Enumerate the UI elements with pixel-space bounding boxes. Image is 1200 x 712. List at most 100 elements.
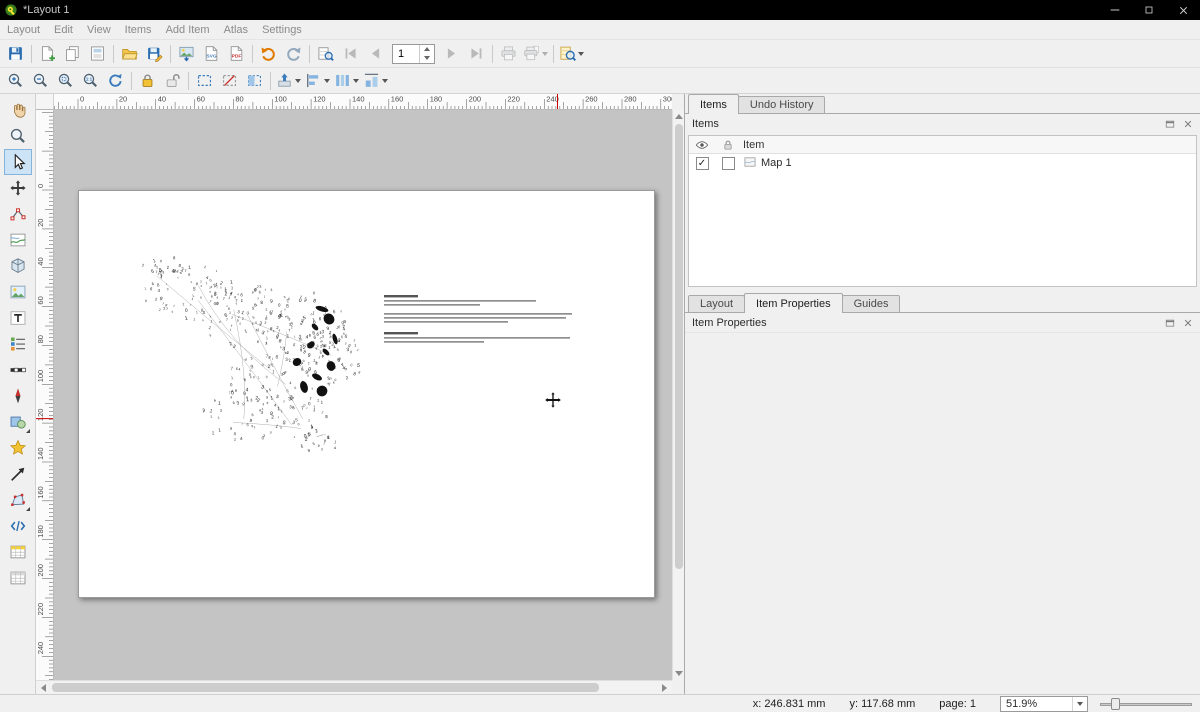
minimize-button[interactable]	[1098, 0, 1132, 20]
items-tree[interactable]: Item ✓Map 1	[688, 135, 1197, 287]
add-marker-tool[interactable]	[4, 435, 32, 461]
layout-page[interactable]: 5728841144723211692050388020121226777117…	[78, 190, 655, 598]
menu-layout[interactable]: Layout	[0, 22, 47, 38]
properties-float-button[interactable]	[1163, 316, 1177, 330]
close-button[interactable]	[1166, 0, 1200, 20]
refresh-view-button[interactable]	[103, 69, 128, 93]
scroll-right-arrow-icon[interactable]	[662, 684, 667, 692]
add-scalebar-tool[interactable]	[4, 357, 32, 383]
dropdown-arrow-icon[interactable]	[353, 79, 359, 83]
layout-canvas[interactable]: 5728841144723211692050388020121226777117…	[54, 110, 672, 680]
spin-up-icon[interactable]	[420, 45, 434, 54]
atlas-page-input-spinner[interactable]	[419, 45, 434, 63]
zoom-full-button[interactable]	[53, 69, 78, 93]
menu-add-item[interactable]: Add Item	[159, 22, 217, 38]
vertical-scroll-thumb[interactable]	[675, 124, 683, 569]
add-node-item-tool[interactable]	[4, 487, 32, 513]
scroll-left-arrow-icon[interactable]	[41, 684, 46, 692]
print-atlas-button[interactable]	[521, 42, 550, 66]
tab-undo-history[interactable]: Undo History	[738, 96, 826, 113]
tab-items[interactable]: Items	[688, 94, 739, 114]
horizontal-scrollbar[interactable]	[36, 680, 672, 694]
horizontal-scroll-thumb[interactable]	[52, 683, 599, 692]
dropdown-arrow-icon[interactable]	[382, 79, 388, 83]
add-map-tool[interactable]	[4, 227, 32, 253]
align-selected-items-button[interactable]	[303, 69, 332, 93]
save-as-template-button[interactable]	[142, 42, 167, 66]
invert-selection-button[interactable]	[242, 69, 267, 93]
scroll-up-arrow-icon[interactable]	[675, 114, 683, 119]
add-picture-tool[interactable]	[4, 279, 32, 305]
dropdown-arrow-icon[interactable]	[295, 79, 301, 83]
pan-layout-tool[interactable]	[4, 97, 32, 123]
add-shape-tool[interactable]	[4, 409, 32, 435]
resize-items-button[interactable]	[361, 69, 390, 93]
select-move-item-tool[interactable]	[4, 149, 32, 175]
zoom-to-atlas-feature-button[interactable]	[557, 42, 586, 66]
zoom-out-button[interactable]	[28, 69, 53, 93]
preview-atlas-button[interactable]	[313, 42, 338, 66]
move-item-content-tool[interactable]	[4, 175, 32, 201]
add-arrow-tool[interactable]	[4, 461, 32, 487]
undo-button[interactable]	[256, 42, 281, 66]
next-feature-button[interactable]	[439, 42, 464, 66]
export-svg-button[interactable]: SVG	[199, 42, 224, 66]
load-template-button[interactable]	[117, 42, 142, 66]
atlas-page-input[interactable]	[392, 44, 435, 64]
zoom-slider[interactable]	[1100, 697, 1192, 711]
add-label-tool[interactable]	[4, 305, 32, 331]
dropdown-arrow-icon[interactable]	[324, 79, 330, 83]
maximize-button[interactable]	[1132, 0, 1166, 20]
vertical-scrollbar[interactable]	[672, 110, 684, 680]
unlock-all-items-button[interactable]	[160, 69, 185, 93]
item-row-map-1[interactable]: ✓Map 1	[689, 154, 1196, 172]
add-legend-tool[interactable]	[4, 331, 32, 357]
item-lock-checkbox[interactable]	[722, 157, 735, 170]
item-visibility-checkbox[interactable]: ✓	[696, 157, 709, 170]
dropdown-arrow-icon[interactable]	[542, 52, 548, 56]
edit-nodes-item-tool[interactable]	[4, 201, 32, 227]
menu-atlas[interactable]: Atlas	[217, 22, 255, 38]
zoom-in-button[interactable]	[3, 69, 28, 93]
tab-guides[interactable]: Guides	[842, 295, 901, 312]
add-3d-map-tool[interactable]	[4, 253, 32, 279]
duplicate-layout-button[interactable]	[60, 42, 85, 66]
print-button[interactable]	[496, 42, 521, 66]
menu-items[interactable]: Items	[118, 22, 159, 38]
lock-selected-items-button[interactable]	[135, 69, 160, 93]
export-image-button[interactable]	[174, 42, 199, 66]
previous-feature-button[interactable]	[363, 42, 388, 66]
zoom-100-button[interactable]: 1:1	[78, 69, 103, 93]
add-attribute-table-tool[interactable]	[4, 539, 32, 565]
zoom-dropdown-arrow-icon[interactable]	[1072, 697, 1087, 711]
menu-view[interactable]: View	[80, 22, 118, 38]
tab-layout[interactable]: Layout	[688, 295, 745, 312]
zoom-tool[interactable]	[4, 123, 32, 149]
dropdown-arrow-icon[interactable]	[578, 52, 584, 56]
items-float-button[interactable]	[1163, 117, 1177, 131]
distribute-items-button[interactable]	[332, 69, 361, 93]
properties-close-button[interactable]	[1181, 316, 1195, 330]
redo-button[interactable]	[281, 42, 306, 66]
menu-edit[interactable]: Edit	[47, 22, 80, 38]
last-feature-button[interactable]	[464, 42, 489, 66]
add-fixed-table-tool[interactable]	[4, 565, 32, 591]
save-project-button[interactable]	[3, 42, 28, 66]
layout-manager-button[interactable]	[85, 42, 110, 66]
select-all-items-button[interactable]	[192, 69, 217, 93]
raise-selected-items-button[interactable]	[274, 69, 303, 93]
map-item[interactable]: 5728841144723211692050388020121226777117…	[79, 191, 656, 599]
scroll-down-arrow-icon[interactable]	[675, 671, 683, 676]
zoom-level-combobox[interactable]: 51.9%	[1000, 696, 1088, 712]
menu-settings[interactable]: Settings	[255, 22, 309, 38]
deselect-all-items-button[interactable]	[217, 69, 242, 93]
first-feature-button[interactable]	[338, 42, 363, 66]
atlas-page-input-value[interactable]	[393, 45, 419, 63]
add-html-tool[interactable]	[4, 513, 32, 539]
tab-item-properties[interactable]: Item Properties	[744, 293, 843, 313]
spin-down-icon[interactable]	[420, 54, 434, 63]
items-close-button[interactable]	[1181, 117, 1195, 131]
zoom-slider-handle[interactable]	[1111, 698, 1120, 710]
add-north-arrow-tool[interactable]	[4, 383, 32, 409]
export-pdf-button[interactable]: PDF	[224, 42, 249, 66]
